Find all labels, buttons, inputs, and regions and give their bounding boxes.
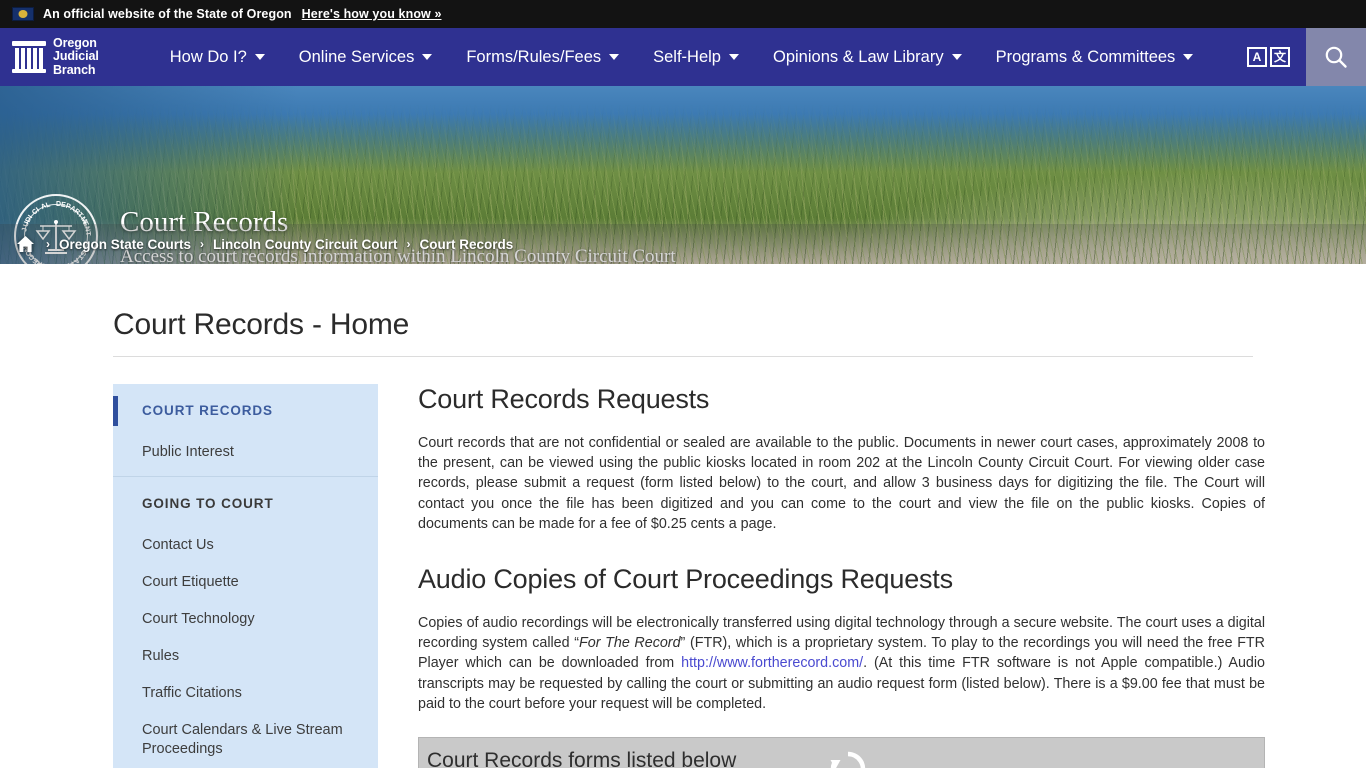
hero-banner: JUDICIAL DEPARTMENT STATE OF OREGON Cour… bbox=[0, 86, 1366, 264]
text-size-icon[interactable]: A bbox=[1247, 47, 1267, 67]
sidebar-item-contact-us[interactable]: Contact Us bbox=[113, 527, 378, 564]
sidebar-item-traffic-citations[interactable]: Traffic Citations bbox=[113, 675, 378, 712]
nav-item-online-services[interactable]: Online Services bbox=[282, 28, 450, 86]
heres-how-you-know-link[interactable]: Here's how you know » bbox=[302, 7, 442, 21]
search-icon bbox=[1325, 46, 1347, 68]
heading-audio-copies-requests: Audio Copies of Court Proceedings Reques… bbox=[418, 564, 953, 595]
paragraph-audio-copies-requests: Copies of audio recordings will be elect… bbox=[418, 613, 1265, 714]
home-icon[interactable] bbox=[16, 235, 35, 253]
page-title-divider bbox=[113, 356, 1253, 357]
nav-item-self-help[interactable]: Self-Help bbox=[636, 28, 756, 86]
breadcrumb-item-oregon-state-courts[interactable]: Oregon State Courts bbox=[59, 237, 191, 252]
sidebar-item-rules[interactable]: Rules bbox=[113, 638, 378, 675]
chevron-down-icon bbox=[729, 54, 739, 60]
translate-icon[interactable]: 文 bbox=[1270, 47, 1290, 67]
nav-item-label: How Do I? bbox=[169, 47, 247, 66]
sidebar-item-court-calendars-live-stream[interactable]: Court Calendars & Live Stream Proceeding… bbox=[113, 712, 378, 768]
nav-item-label: Opinions & Law Library bbox=[773, 47, 944, 66]
search-button[interactable] bbox=[1306, 28, 1366, 86]
chevron-down-icon bbox=[422, 54, 433, 60]
sidebar-item-court-technology[interactable]: Court Technology bbox=[113, 601, 378, 638]
page-body: Court Records - Home COURT RECORDS Publi… bbox=[0, 308, 1366, 768]
nav-item-programs-committees[interactable]: Programs & Committees bbox=[979, 28, 1211, 86]
court-records-forms-table: Court Records forms listed below Form Na… bbox=[418, 737, 1265, 768]
brand-line-1: Oregon bbox=[53, 35, 97, 50]
nav-item-opinions-law-library[interactable]: Opinions & Law Library bbox=[756, 28, 979, 86]
official-website-text: An official website of the State of Oreg… bbox=[43, 7, 292, 21]
fortherecord-link[interactable]: http://www.fortherecord.com/ bbox=[681, 655, 863, 671]
breadcrumb-separator: › bbox=[46, 237, 50, 251]
nav-item-label: Forms/Rules/Fees bbox=[466, 47, 602, 66]
breadcrumb: › Oregon State Courts › Lincoln County C… bbox=[0, 224, 1366, 264]
breadcrumb-separator: › bbox=[200, 237, 205, 251]
courthouse-pillar-icon bbox=[12, 39, 46, 75]
sidebar-section-court-records: COURT RECORDS Public Interest bbox=[113, 384, 378, 476]
brand-line-3: Branch bbox=[53, 62, 96, 77]
accessibility-tools[interactable]: A 文 bbox=[1247, 47, 1290, 67]
chevron-down-icon bbox=[951, 54, 962, 60]
sidebar-navigation: COURT RECORDS Public Interest GOING TO C… bbox=[113, 384, 378, 768]
sidebar-heading-going-to-court[interactable]: GOING TO COURT bbox=[113, 477, 378, 527]
sidebar-section-going-to-court: GOING TO COURT Contact Us Court Etiquett… bbox=[113, 476, 378, 768]
nav-item-forms-rules-fees[interactable]: Forms/Rules/Fees bbox=[449, 28, 636, 86]
page-title: Court Records - Home bbox=[113, 308, 410, 341]
official-state-banner: An official website of the State of Oreg… bbox=[0, 0, 1366, 28]
chevron-down-icon bbox=[1183, 54, 1194, 60]
heading-court-records-requests: Court Records Requests bbox=[418, 384, 710, 414]
breadcrumb-item-lincoln-county-circuit-court[interactable]: Lincoln County Circuit Court bbox=[213, 237, 398, 252]
oregon-state-flag-icon bbox=[12, 7, 34, 21]
nav-item-list: How Do I? Online Services Forms/Rules/Fe… bbox=[153, 28, 1247, 86]
for-the-record-emphasis: For The Record bbox=[579, 635, 681, 652]
nav-item-label: Self-Help bbox=[653, 47, 721, 66]
breadcrumb-separator: › bbox=[406, 237, 411, 251]
main-content: Court Records Requests Court records tha… bbox=[378, 384, 1366, 768]
nav-utilities: A 文 bbox=[1247, 28, 1366, 86]
nav-item-how-do-i[interactable]: How Do I? bbox=[153, 28, 282, 86]
nav-item-label: Programs & Committees bbox=[995, 47, 1176, 66]
sidebar-item-public-interest[interactable]: Public Interest bbox=[113, 434, 378, 476]
breadcrumb-item-court-records: Court Records bbox=[419, 236, 514, 252]
sidebar-heading-court-records[interactable]: COURT RECORDS bbox=[113, 384, 378, 434]
chevron-down-icon bbox=[254, 54, 265, 60]
paragraph-court-records-requests: Court records that are not confidential … bbox=[418, 435, 1265, 532]
chevron-down-icon bbox=[609, 54, 620, 60]
oregon-judicial-branch-logo[interactable]: Oregon Judicial Branch bbox=[0, 28, 109, 86]
brand-line-2: Judicial bbox=[53, 49, 99, 64]
nav-item-label: Online Services bbox=[298, 47, 415, 66]
main-navigation-bar: Oregon Judicial Branch How Do I? Online … bbox=[0, 28, 1366, 86]
sidebar-item-court-etiquette[interactable]: Court Etiquette bbox=[113, 564, 378, 601]
content-layout: COURT RECORDS Public Interest GOING TO C… bbox=[113, 384, 1366, 768]
table-caption: Court Records forms listed below bbox=[427, 749, 737, 768]
